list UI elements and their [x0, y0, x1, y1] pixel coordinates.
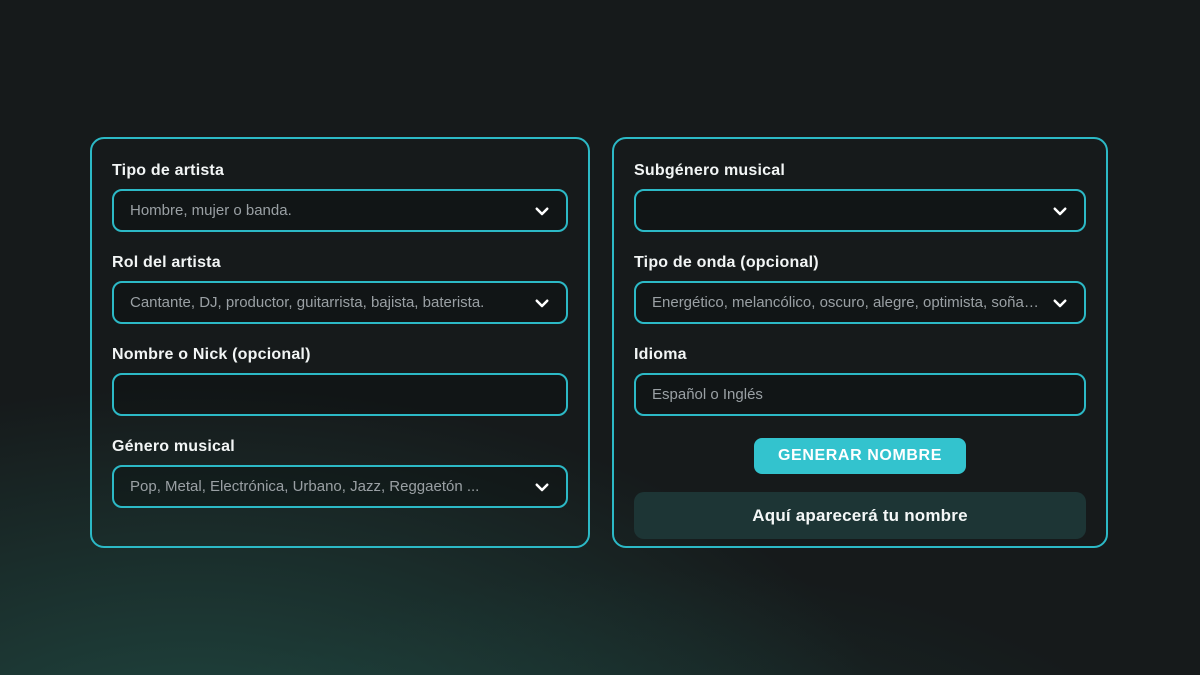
- language-input[interactable]: [634, 373, 1086, 416]
- field-genre: Género musical Pop, Metal, Electrónica, …: [112, 437, 568, 508]
- genre-select[interactable]: Pop, Metal, Electrónica, Urbano, Jazz, R…: [112, 465, 568, 508]
- subgenre-label: Subgénero musical: [634, 161, 1086, 180]
- language-label: Idioma: [634, 345, 1086, 364]
- chevron-down-icon: [1051, 202, 1069, 220]
- result-box: Aquí aparecerá tu nombre: [634, 492, 1086, 539]
- field-artist-role: Rol del artista Cantante, DJ, productor,…: [112, 253, 568, 324]
- artist-type-label: Tipo de artista: [112, 161, 568, 180]
- field-subgenre: Subgénero musical: [634, 161, 1086, 232]
- artist-role-placeholder: Cantante, DJ, productor, guitarrista, ba…: [130, 294, 484, 311]
- field-nickname: Nombre o Nick (opcional): [112, 345, 568, 416]
- form-panels: Tipo de artista Hombre, mujer o banda. R…: [90, 137, 1108, 548]
- right-form-card: Subgénero musical Tipo de onda (opcional…: [612, 137, 1108, 548]
- artist-type-select[interactable]: Hombre, mujer o banda.: [112, 189, 568, 232]
- chevron-down-icon: [533, 478, 551, 496]
- generate-name-button[interactable]: GENERAR NOMBRE: [754, 438, 966, 474]
- field-language: Idioma: [634, 345, 1086, 416]
- field-vibe: Tipo de onda (opcional) Energético, mela…: [634, 253, 1086, 324]
- field-artist-type: Tipo de artista Hombre, mujer o banda.: [112, 161, 568, 232]
- chevron-down-icon: [1051, 294, 1069, 312]
- nickname-input[interactable]: [112, 373, 568, 416]
- left-form-card: Tipo de artista Hombre, mujer o banda. R…: [90, 137, 590, 548]
- nickname-label: Nombre o Nick (opcional): [112, 345, 568, 364]
- artist-role-label: Rol del artista: [112, 253, 568, 272]
- vibe-placeholder: Energético, melancólico, oscuro, alegre,…: [652, 294, 1040, 311]
- vibe-label: Tipo de onda (opcional): [634, 253, 1086, 272]
- genre-placeholder: Pop, Metal, Electrónica, Urbano, Jazz, R…: [130, 478, 479, 495]
- vibe-select[interactable]: Energético, melancólico, oscuro, alegre,…: [634, 281, 1086, 324]
- subgenre-select[interactable]: [634, 189, 1086, 232]
- artist-type-placeholder: Hombre, mujer o banda.: [130, 202, 292, 219]
- chevron-down-icon: [533, 294, 551, 312]
- artist-role-select[interactable]: Cantante, DJ, productor, guitarrista, ba…: [112, 281, 568, 324]
- chevron-down-icon: [533, 202, 551, 220]
- genre-label: Género musical: [112, 437, 568, 456]
